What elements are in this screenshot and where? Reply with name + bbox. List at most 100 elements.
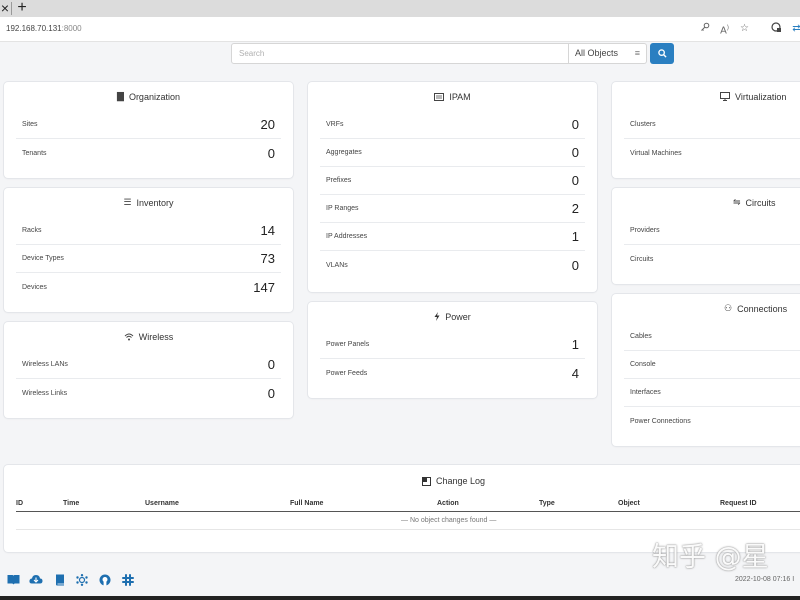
docs-icon[interactable] [6, 574, 20, 587]
row-vlans[interactable]: VLANs 0 [320, 251, 585, 279]
row-wireless-links[interactable]: Wireless Links 0 [16, 379, 281, 407]
row-label: Power Feeds [326, 369, 368, 377]
row-ip-addresses[interactable]: IP Addresses 1 [320, 223, 585, 251]
card-header: Power [308, 302, 597, 331]
url-text[interactable]: 192.168.70.131:8000 [6, 24, 82, 33]
row-count: 1 [571, 337, 579, 352]
search-input[interactable] [231, 43, 569, 64]
network-icon[interactable] [75, 574, 89, 587]
row-power-feeds[interactable]: Power Feeds 4 [320, 359, 585, 387]
row-count: 1 [571, 229, 579, 244]
card-header: Change Log [4, 465, 800, 497]
inventory-icon: ☰ [123, 197, 132, 207]
row-aggregates[interactable]: Aggregates 0 [320, 139, 585, 167]
table-header-row: ID Time Username Full Name Action Type O… [16, 500, 800, 512]
row-label: Virtual Machines [630, 149, 682, 157]
column-header[interactable]: Type [539, 500, 618, 512]
favorite-icon[interactable]: ☆ [738, 22, 751, 35]
row-interfaces[interactable]: Interfaces [624, 379, 800, 407]
row-sites[interactable]: Sites 20 [16, 111, 281, 139]
url-host: 192.168.70.131 [6, 24, 62, 33]
row-prefixes[interactable]: Prefixes 0 [320, 167, 585, 195]
key-icon[interactable] [698, 22, 711, 35]
row-label: Aggregates [326, 149, 362, 156]
row-ip-ranges[interactable]: IP Ranges 2 [320, 195, 585, 223]
row-label: Interfaces [630, 389, 661, 396]
empty-message: — No object changes found — [16, 511, 800, 530]
inventory-card: ☰ Inventory Racks 14 Device Types 73 Devic… [4, 188, 293, 312]
cloud-icon[interactable] [29, 574, 43, 587]
row-label: Racks [22, 227, 42, 234]
row-label: Clusters [630, 121, 656, 128]
column-header[interactable]: Time [63, 500, 145, 512]
read-aloud-icon[interactable]: A) [718, 22, 731, 36]
card-title: Organization [128, 91, 180, 102]
address-bar[interactable]: 192.168.70.131:8000 A) ☆ ⇄ [0, 17, 800, 42]
scope-label: All Objects [575, 48, 619, 58]
watermark: 知乎 @星 [652, 542, 769, 573]
card-title: Circuits [745, 197, 776, 208]
column-header[interactable]: Username [145, 500, 290, 512]
slack-icon[interactable] [121, 574, 135, 587]
row-count: 0 [267, 357, 275, 372]
row-virtual-machines[interactable]: Virtual Machines [624, 139, 800, 167]
extensions-icon[interactable] [770, 22, 783, 35]
row-label: IP Ranges [326, 205, 359, 212]
row-label: Cables [630, 333, 652, 340]
book-icon[interactable] [53, 574, 67, 587]
row-tenants[interactable]: Tenants 0 [16, 139, 281, 167]
power-card: Power Power Panels 1 Power Feeds 4 [308, 302, 597, 398]
card-title: Change Log [436, 476, 486, 486]
row-circuits[interactable]: Circuits [624, 245, 800, 273]
row-cables[interactable]: Cables [624, 323, 800, 351]
card-header: Virtualization [612, 82, 800, 111]
column-header[interactable]: Action [437, 500, 539, 512]
row-count: 2 [571, 201, 579, 216]
card-title: Inventory [136, 197, 174, 208]
row-clusters[interactable]: Clusters [624, 111, 800, 139]
circuits-icon: ⇋ [733, 197, 741, 207]
row-vrfs[interactable]: VRFs 0 [320, 111, 585, 139]
row-label: VRFs [326, 121, 344, 128]
sync-icon[interactable]: ⇄ [790, 22, 800, 35]
row-label: Power Panels [326, 341, 370, 348]
row-count: 0 [571, 257, 579, 273]
card-header: ⚇ Connections [612, 294, 800, 323]
row-devices[interactable]: Devices 147 [16, 273, 281, 301]
row-label: Power Connections [630, 417, 691, 425]
row-device-types[interactable]: Device Types 73 [16, 245, 281, 273]
column-header[interactable]: Request ID [720, 500, 800, 512]
column-header[interactable]: Object [618, 500, 720, 512]
row-label: Console [630, 361, 656, 368]
row-power-connections[interactable]: Power Connections [624, 407, 800, 435]
row-power-panels[interactable]: Power Panels 1 [320, 331, 585, 359]
close-tab-icon[interactable]: × [0, 1, 11, 16]
row-wireless-lans[interactable]: Wireless LANs 0 [16, 351, 281, 379]
card-title: Wireless [138, 331, 174, 342]
card-title: IPAM [449, 91, 471, 102]
row-label: IP Addresses [326, 233, 368, 240]
card-title: Virtualization [735, 91, 787, 102]
column-header[interactable]: Full Name [290, 500, 437, 512]
wifi-icon [124, 333, 134, 341]
url-port: :8000 [61, 24, 82, 33]
search-button[interactable] [650, 43, 674, 64]
card-header: ▇ Organization [4, 82, 293, 111]
row-racks[interactable]: Racks 14 [16, 217, 281, 245]
column-header[interactable]: ID [16, 500, 63, 512]
new-tab-icon[interactable]: + [15, 0, 29, 17]
row-label: Wireless Links [22, 389, 68, 397]
tab-separator [11, 2, 12, 15]
row-providers[interactable]: Providers [624, 217, 800, 245]
row-label: VLANs [326, 261, 348, 269]
object-scope-select[interactable]: All Objects ≡ [569, 43, 647, 64]
filter-icon: ≡ [634, 48, 640, 58]
power-icon [434, 312, 440, 321]
card-header: ⇋ Circuits [612, 188, 800, 217]
ipam-card: IPAM VRFs 0 Aggregates 0 Prefixes 0 IP Rang… [308, 82, 597, 292]
row-count: 20 [260, 117, 275, 132]
row-console[interactable]: Console [624, 351, 800, 379]
monitor-icon [720, 92, 730, 101]
github-icon[interactable] [98, 574, 112, 587]
row-count: 73 [260, 251, 275, 266]
